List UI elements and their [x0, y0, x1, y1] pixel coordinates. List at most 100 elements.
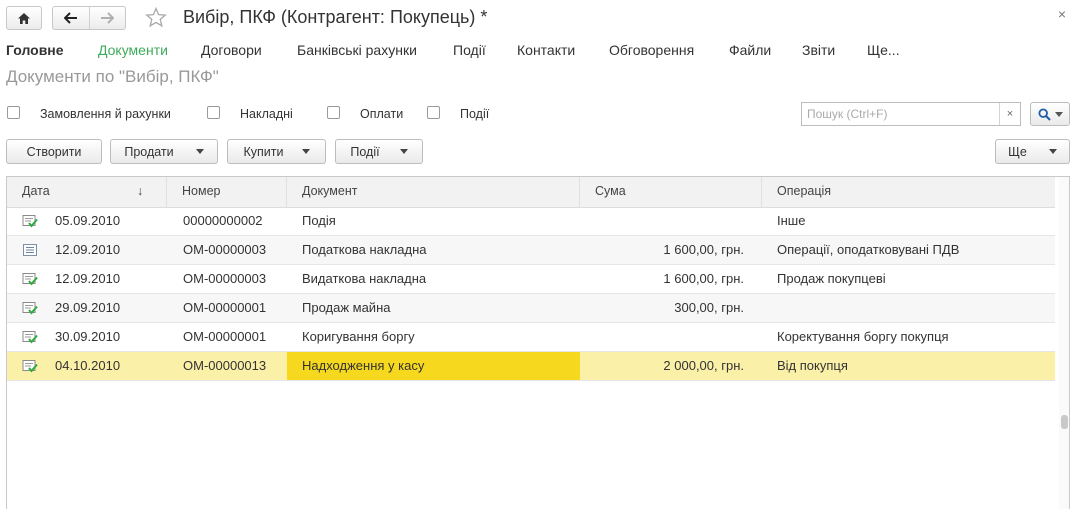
- cell-date: 04.10.2010: [55, 358, 121, 373]
- documents-table: Дата ↓ Номер Документ Сума Операція 05.0…: [6, 176, 1070, 509]
- tab-discussions[interactable]: Обговорення: [609, 42, 694, 58]
- arrow-left-icon: [63, 12, 77, 24]
- tab-more[interactable]: Ще...: [867, 42, 900, 58]
- tab-main[interactable]: Головне: [6, 42, 64, 58]
- cell-number: ОМ-00000001: [183, 300, 267, 315]
- tab-files[interactable]: Файли: [729, 42, 771, 58]
- table-row[interactable]: 12.09.2010 ОМ-00000003 Податкова накладна 1…: [7, 236, 1055, 265]
- column-operation-label: Операція: [777, 184, 832, 198]
- search-button[interactable]: [1030, 102, 1070, 126]
- cell-sum: [580, 323, 744, 351]
- search-icon: [1037, 107, 1051, 121]
- forward-button[interactable]: [90, 7, 126, 29]
- tab-contracts[interactable]: Договори: [201, 42, 262, 58]
- cell-operation: Коректування боргу покупця: [777, 329, 949, 344]
- cell-number: ОМ-00000013: [183, 358, 267, 373]
- scrollbar-thumb[interactable]: [1061, 415, 1068, 429]
- filter-orders-checkbox[interactable]: [7, 106, 20, 119]
- history-navigation: [52, 6, 126, 30]
- column-date[interactable]: Дата ↓: [7, 177, 167, 207]
- cell-document: Коригування боргу: [302, 329, 415, 344]
- column-number-label: Номер: [182, 184, 221, 198]
- tab-reports[interactable]: Звіти: [802, 42, 835, 58]
- sort-arrow-icon: ↓: [137, 184, 144, 198]
- filter-events-checkbox[interactable]: [427, 106, 440, 119]
- clear-search-icon[interactable]: ×: [999, 103, 1020, 125]
- table-row[interactable]: 12.09.2010 ОМ-00000003 Видаткова накладна 1…: [7, 265, 1055, 294]
- cell-date: 30.09.2010: [55, 329, 121, 344]
- sell-button[interactable]: Продати: [110, 139, 218, 164]
- cell-sum: 1 600,00, грн.: [663, 242, 744, 257]
- cell-date: 12.09.2010: [55, 271, 121, 286]
- chevron-down-icon: [195, 149, 204, 154]
- column-sum[interactable]: Сума: [580, 177, 762, 207]
- cell-date: 05.09.2010: [55, 213, 121, 228]
- page-title: Документи по "Вибір, ПКФ": [6, 67, 219, 86]
- document-posted-icon: [22, 330, 38, 344]
- sell-button-label: Продати: [124, 144, 174, 159]
- table-row[interactable]: 30.09.2010 ОМ-00000001 Коригування боргу Ко…: [7, 323, 1055, 352]
- filter-orders-label: Замовлення й рахунки: [40, 107, 171, 121]
- chevron-down-icon: [1054, 111, 1063, 117]
- column-operation[interactable]: Операція: [762, 177, 1055, 207]
- create-button[interactable]: Створити: [6, 139, 102, 164]
- cell-document: Видаткова накладна: [302, 271, 427, 286]
- table-row[interactable]: 29.09.2010 ОМ-00000001 Продаж майна 300,00,…: [7, 294, 1055, 323]
- filter-payments-checkbox[interactable]: [327, 106, 340, 119]
- search-input[interactable]: [802, 103, 999, 125]
- cell-number: ОМ-00000003: [183, 271, 267, 286]
- column-number[interactable]: Номер: [167, 177, 287, 207]
- buy-button-label: Купити: [243, 144, 284, 159]
- tab-contacts[interactable]: Контакти: [517, 42, 575, 58]
- cell-operation: Від покупця: [777, 358, 848, 373]
- cell-number: ОМ-00000003: [183, 242, 267, 257]
- filter-invoices-label: Накладні: [240, 107, 293, 121]
- document-posted-icon: [22, 272, 38, 286]
- column-document[interactable]: Документ: [287, 177, 580, 207]
- chevron-down-icon: [301, 149, 310, 154]
- arrow-right-icon: [101, 12, 115, 24]
- column-date-label: Дата: [22, 184, 50, 198]
- cell-document: Продаж майна: [302, 300, 391, 315]
- document-posted-icon: [22, 214, 38, 228]
- table-header: Дата ↓ Номер Документ Сума Операція: [7, 177, 1055, 208]
- chevron-down-icon: [1048, 149, 1057, 154]
- home-button[interactable]: [6, 6, 42, 30]
- cell-operation: Операції, оподатковувані ПДВ: [777, 242, 960, 257]
- window-title: Вибір, ПКФ (Контрагент: Покупець) *: [183, 7, 488, 27]
- close-icon[interactable]: ×: [1058, 6, 1066, 22]
- table-row[interactable]: 05.09.2010 00000000002 Подія Інше: [7, 207, 1055, 236]
- search-box: ×: [801, 102, 1021, 126]
- cell-sum: 2 000,00, грн.: [663, 358, 744, 373]
- tab-events[interactable]: Події: [453, 42, 486, 58]
- vertical-scrollbar[interactable]: [1059, 177, 1069, 509]
- cell-date: 12.09.2010: [55, 242, 121, 257]
- document-posted-icon: [22, 359, 38, 373]
- cell-document: Подія: [302, 213, 336, 228]
- table-row[interactable]: 04.10.2010 ОМ-00000013 Надходження у касу 2…: [7, 352, 1055, 381]
- chevron-down-icon: [399, 149, 408, 154]
- cell-operation: [777, 294, 1055, 322]
- column-sum-label: Сума: [595, 184, 626, 198]
- filter-invoices-checkbox[interactable]: [207, 106, 220, 119]
- more-button[interactable]: Ще: [995, 139, 1070, 164]
- favorite-star-icon[interactable]: [145, 6, 167, 31]
- cell-operation: Інше: [777, 213, 806, 228]
- cell-operation: Продаж покупцеві: [777, 271, 886, 286]
- cell-number: 00000000002: [183, 213, 263, 228]
- back-button[interactable]: [53, 7, 90, 29]
- cell-date: 29.09.2010: [55, 300, 121, 315]
- home-icon: [18, 12, 30, 24]
- tab-bank-accounts[interactable]: Банківські рахунки: [297, 42, 417, 58]
- cell-number: ОМ-00000001: [183, 329, 267, 344]
- buy-button[interactable]: Купити: [227, 139, 326, 164]
- filter-events-label: Події: [460, 107, 490, 121]
- events-button-label: Події: [350, 144, 380, 159]
- tab-documents[interactable]: Документи: [98, 42, 168, 58]
- cell-sum: 1 600,00, грн.: [663, 271, 744, 286]
- events-button[interactable]: Події: [335, 139, 423, 164]
- cell-sum: [580, 207, 744, 235]
- document-posted-icon: [22, 301, 38, 315]
- cell-document: Надходження у касу: [287, 352, 580, 380]
- cell-document: Податкова накладна: [302, 242, 427, 257]
